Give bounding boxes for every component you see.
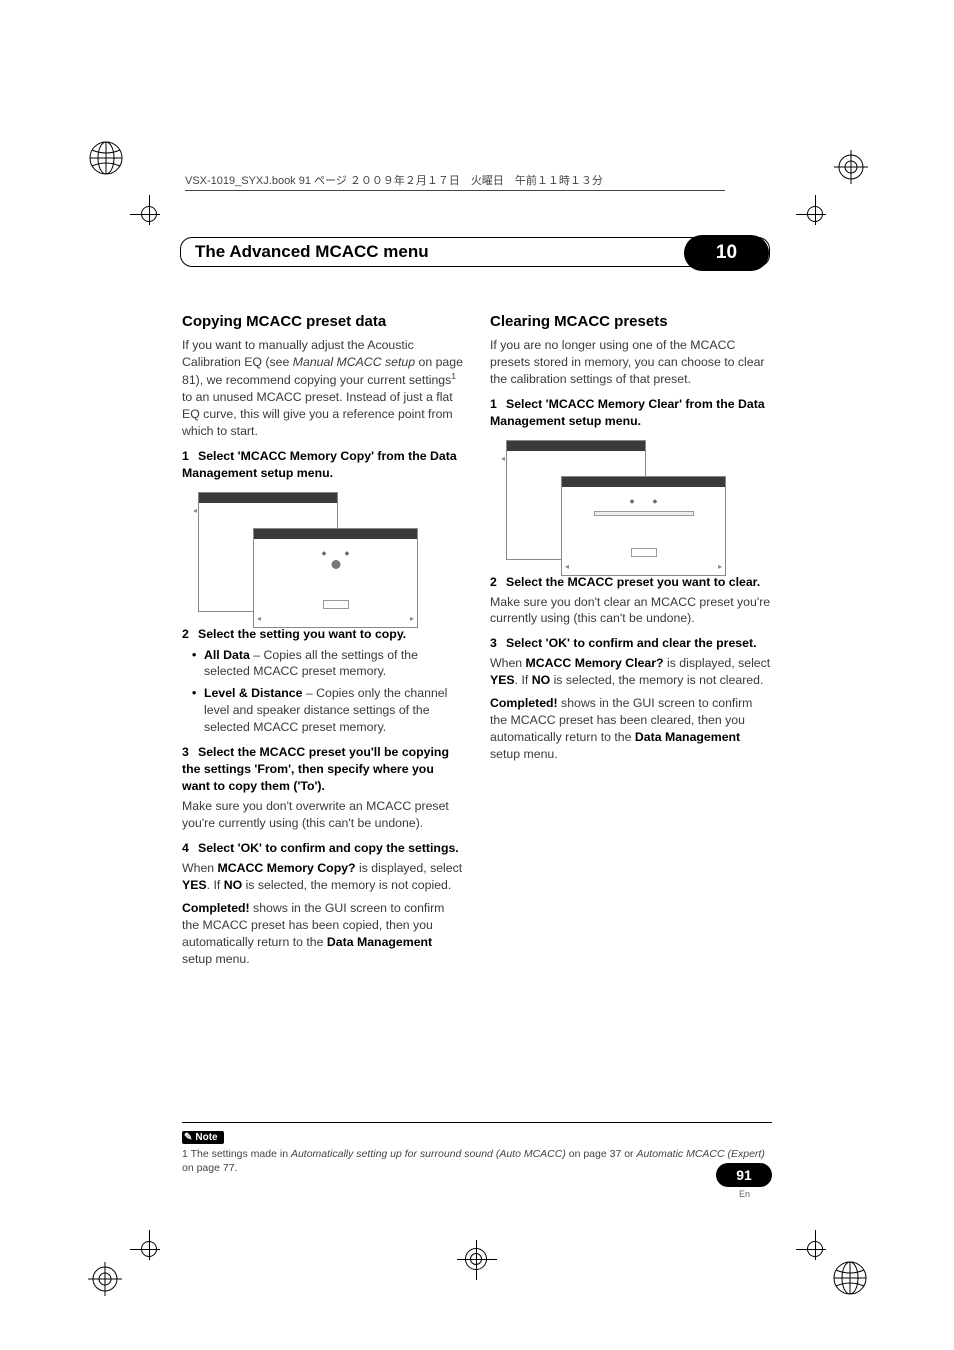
left-column: Copying MCACC preset data If you want to… <box>182 312 464 974</box>
crop-mark-tr <box>796 195 836 235</box>
crop-globe-tl <box>88 140 124 176</box>
chapter-header: The Advanced MCACC menu 10 <box>180 237 770 267</box>
step-2-copy: 2Select the setting you want to copy. <box>182 626 464 643</box>
step-2-clear: 2Select the MCACC preset you want to cle… <box>490 574 772 591</box>
step-3-note: Make sure you don't overwrite an MCACC p… <box>182 798 464 832</box>
section-heading-copy: Copying MCACC preset data <box>182 312 464 333</box>
intro-paragraph: If you want to manually adjust the Acous… <box>182 337 464 440</box>
step-3-clear-text: When MCACC Memory Clear? is displayed, s… <box>490 655 772 689</box>
completed-text-clear: Completed! shows in the GUI screen to co… <box>490 695 772 763</box>
page-language: En <box>739 1189 750 1199</box>
pencil-icon: ✎ <box>184 1132 192 1143</box>
crosshair-tr <box>834 150 868 184</box>
note-badge: ✎ Note <box>182 1131 224 1144</box>
step-2-clear-note: Make sure you don't clear an MCACC prese… <box>490 594 772 628</box>
completed-text-copy: Completed! shows in the GUI screen to co… <box>182 900 464 968</box>
chapter-number: 10 <box>684 235 769 271</box>
crop-globe-br <box>832 1260 868 1296</box>
right-column: Clearing MCACC presets If you are no lon… <box>490 312 772 974</box>
list-item: All Data – Copies all the settings of th… <box>192 647 464 681</box>
step-1-copy: 1Select 'MCACC Memory Copy' from the Dat… <box>182 448 464 482</box>
step-3-copy: 3Select the MCACC preset you'll be copyi… <box>182 744 464 795</box>
page-number: 91 <box>716 1163 772 1187</box>
crosshair-bottom-center <box>457 1240 497 1280</box>
copy-options-list: All Data – Copies all the settings of th… <box>192 647 464 737</box>
step-4-text: When MCACC Memory Copy? is displayed, se… <box>182 860 464 894</box>
step-4-copy: 4Select 'OK' to confirm and copy the set… <box>182 840 464 857</box>
page-columns: Copying MCACC preset data If you want to… <box>182 312 772 974</box>
gui-figure-clear: ◂ ◆ ◆ ◂ ▸ <box>506 440 736 560</box>
crosshair-bl <box>88 1262 122 1296</box>
section-heading-clear: Clearing MCACC presets <box>490 312 772 333</box>
gui-figure-copy: ◂ ◆ ◆ ◂ ▸ <box>198 492 428 612</box>
running-header: VSX-1019_SYXJ.book 91 ページ ２００９年２月１７日 火曜日… <box>185 172 725 191</box>
crop-mark-br <box>796 1230 836 1270</box>
crop-mark-tl <box>130 195 170 235</box>
clear-intro: If you are no longer using one of the MC… <box>490 337 772 388</box>
footnote: ✎ Note 1 The settings made in Automatica… <box>182 1104 772 1175</box>
crop-mark-bl <box>130 1230 170 1270</box>
list-item: Level & Distance – Copies only the chann… <box>192 685 464 736</box>
chapter-title: The Advanced MCACC menu <box>181 242 769 262</box>
footnote-text: 1 The settings made in Automatically set… <box>182 1147 772 1175</box>
step-1-clear: 1Select 'MCACC Memory Clear' from the Da… <box>490 396 772 430</box>
step-3-clear: 3Select 'OK' to confirm and clear the pr… <box>490 635 772 652</box>
